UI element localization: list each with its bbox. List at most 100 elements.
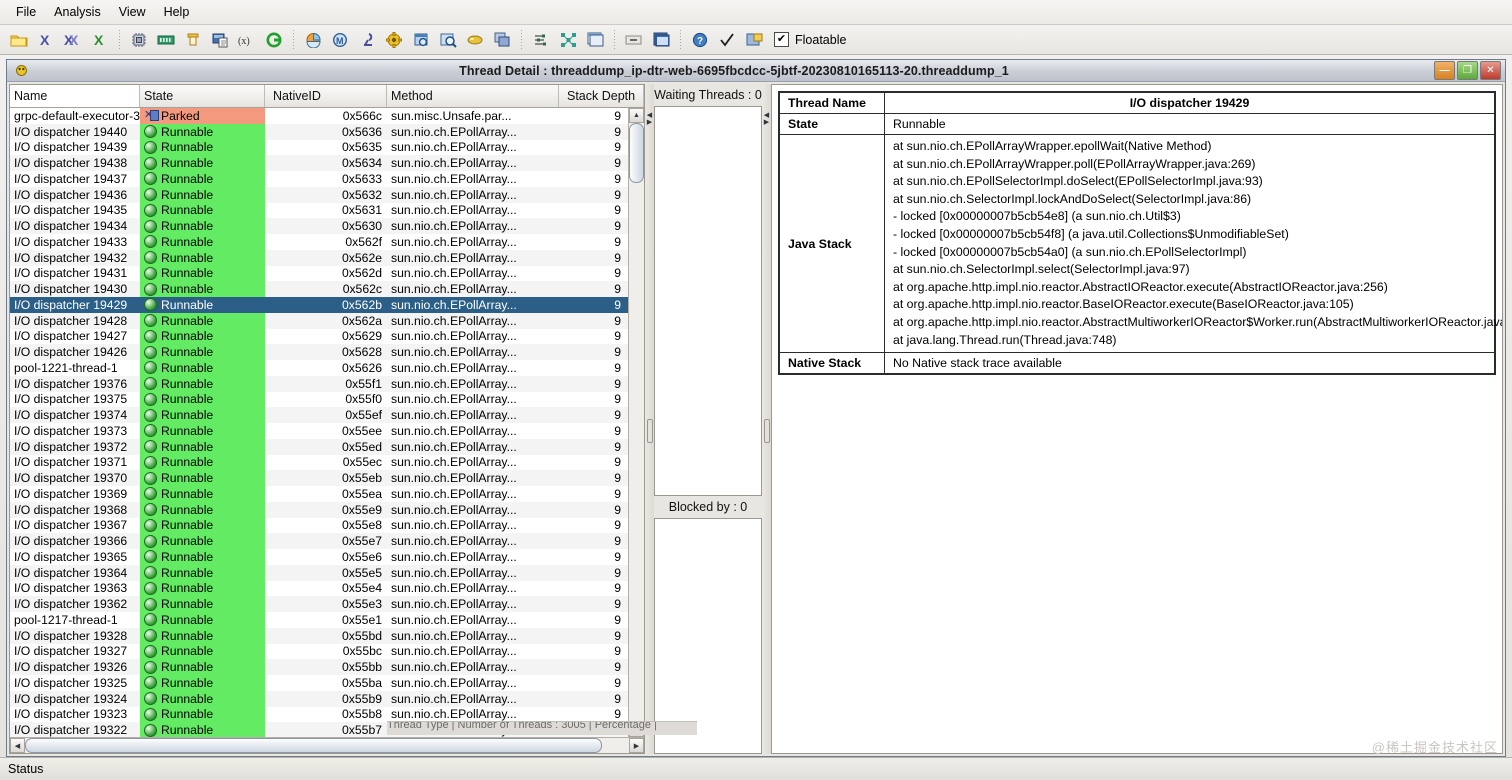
export-icon[interactable]: [741, 27, 767, 53]
thread-table-body[interactable]: grpc-default-executor-3.Parked0x566csun.…: [10, 108, 628, 737]
blue-window-icon[interactable]: [648, 27, 674, 53]
menu-file[interactable]: File: [8, 3, 44, 21]
table-row[interactable]: I/O dispatcher 19364 Runnable 0x55e5 sun.ni…: [10, 564, 628, 581]
blocked-by-list[interactable]: [654, 518, 762, 754]
splitter-left-arrow-icon-2[interactable]: ◀: [764, 112, 769, 119]
hscroll-track[interactable]: [602, 738, 629, 753]
table-row[interactable]: I/O dispatcher 19372 Runnable 0x55ed sun.ni…: [10, 438, 628, 455]
menu-view[interactable]: View: [111, 3, 154, 21]
table-row[interactable]: pool-1221-thread-1 Runnable 0x5626 sun.nio.…: [10, 360, 628, 376]
help-icon[interactable]: ?: [687, 27, 713, 53]
splitter-left-arrow-icon[interactable]: ◀: [647, 112, 652, 119]
table-row[interactable]: I/O dispatcher 19366 Runnable 0x55e7 sun.ni…: [10, 533, 628, 549]
table-row[interactable]: I/O dispatcher 19429 Runnable 0x562b sun.ni…: [10, 297, 628, 313]
table-row[interactable]: I/O dispatcher 19438 Runnable 0x5634 sun.ni…: [10, 155, 628, 171]
table-row[interactable]: I/O dispatcher 19369 Runnable 0x55ea sun.ni…: [10, 486, 628, 502]
search-magnifier-icon[interactable]: [435, 27, 461, 53]
window-titlebar[interactable]: Thread Detail : threaddump_ip-dtr-web-66…: [7, 60, 1505, 82]
screen-report-icon[interactable]: [207, 27, 233, 53]
splitter-right-arrow-icon[interactable]: ▶: [647, 119, 652, 126]
scroll-up-button[interactable]: ▲: [629, 108, 644, 123]
close-x-icon[interactable]: X: [33, 27, 59, 53]
maximize-button[interactable]: ❐: [1457, 61, 1478, 80]
table-row[interactable]: I/O dispatcher 19370 Runnable 0x55eb sun.ni…: [10, 470, 628, 486]
table-row[interactable]: I/O dispatcher 19428 Runnable 0x562a sun.ni…: [10, 312, 628, 329]
table-row[interactable]: I/O dispatcher 19376 Runnable 0x55f1 sun.ni…: [10, 375, 628, 392]
scroll-thumb[interactable]: [629, 123, 644, 183]
floatable-toggle[interactable]: ✔ Floatable: [774, 32, 846, 47]
hscroll-thumb[interactable]: [25, 738, 602, 753]
minimize-button[interactable]: —: [1434, 61, 1455, 80]
splitter-grip[interactable]: [646, 419, 653, 443]
menu-analysis[interactable]: Analysis: [46, 3, 109, 21]
column-header-nativeid[interactable]: NativeID: [265, 85, 387, 107]
splitter-right[interactable]: ◀ ▶: [762, 84, 771, 754]
column-header-name[interactable]: Name: [10, 85, 140, 107]
table-row[interactable]: I/O dispatcher 19327 Runnable 0x55bc sun.ni…: [10, 643, 628, 660]
table-row[interactable]: I/O dispatcher 19374 Runnable 0x55ef sun.ni…: [10, 407, 628, 423]
check-icon[interactable]: [714, 27, 740, 53]
table-row[interactable]: I/O dispatcher 19368 Runnable 0x55e9 sun.ni…: [10, 501, 628, 518]
table-row[interactable]: I/O dispatcher 19363 Runnable 0x55e4 sun.ni…: [10, 580, 628, 597]
table-row[interactable]: pool-1217-thread-1 Runnable 0x55e1 sun.nio.…: [10, 612, 628, 628]
dash-icon[interactable]: [621, 27, 647, 53]
table-row[interactable]: I/O dispatcher 19375 Runnable 0x55f0 sun.ni…: [10, 391, 628, 408]
table-row[interactable]: I/O dispatcher 19437 Runnable 0x5633 sun.ni…: [10, 171, 628, 187]
table-row[interactable]: I/O dispatcher 19367 Runnable 0x55e8 sun.ni…: [10, 517, 628, 534]
table-row[interactable]: I/O dispatcher 19426 Runnable 0x5628 sun.ni…: [10, 344, 628, 360]
table-row[interactable]: I/O dispatcher 19432 Runnable 0x562e sun.ni…: [10, 249, 628, 266]
close-button[interactable]: ✕: [1480, 61, 1501, 80]
column-header-method[interactable]: Method: [387, 85, 559, 107]
scroll-right-button[interactable]: ▶: [629, 738, 644, 753]
open-folder-icon[interactable]: [6, 27, 32, 53]
table-row[interactable]: I/O dispatcher 19323 Runnable 0x55b8 sun.ni…: [10, 706, 628, 723]
table-row[interactable]: I/O dispatcher 19324 Runnable 0x55b9 sun.ni…: [10, 690, 628, 707]
table-row[interactable]: I/O dispatcher 19362 Runnable 0x55e3 sun.ni…: [10, 596, 628, 612]
chart-pie-icon[interactable]: [300, 27, 326, 53]
waiting-threads-list[interactable]: [654, 106, 762, 496]
menu-help[interactable]: Help: [156, 3, 198, 21]
java-stack-value[interactable]: at sun.nio.ch.EPollArrayWrapper.epollWai…: [884, 133, 1502, 354]
close-all-x-icon[interactable]: XX: [60, 27, 86, 53]
splitter-left[interactable]: ◀ ▶: [645, 84, 654, 754]
grid-icon[interactable]: [555, 27, 581, 53]
table-row[interactable]: I/O dispatcher 19440 Runnable 0x5636 sun.ni…: [10, 123, 628, 140]
tag-icon[interactable]: [462, 27, 488, 53]
floatable-checkbox[interactable]: ✔: [774, 32, 789, 47]
table-row[interactable]: I/O dispatcher 19430 Runnable 0x562c sun.ni…: [10, 281, 628, 297]
microscope-icon[interactable]: [354, 27, 380, 53]
table-row[interactable]: I/O dispatcher 19427 Runnable 0x5629 sun.ni…: [10, 328, 628, 345]
table-row[interactable]: I/O dispatcher 19365 Runnable 0x55e6 sun.ni…: [10, 549, 628, 565]
table-row[interactable]: I/O dispatcher 19431 Runnable 0x562d sun.ni…: [10, 265, 628, 282]
copy-windows-icon[interactable]: [489, 27, 515, 53]
table-row[interactable]: I/O dispatcher 19435 Runnable 0x5631 sun.ni…: [10, 202, 628, 219]
variable-icon[interactable]: (x): [234, 27, 260, 53]
table-row[interactable]: I/O dispatcher 19326 Runnable 0x55bb sun.ni…: [10, 659, 628, 675]
table-row[interactable]: I/O dispatcher 19436 Runnable 0x5632 sun.ni…: [10, 186, 628, 203]
scroll-left-button[interactable]: ◀: [10, 738, 25, 753]
column-header-state[interactable]: State: [140, 85, 265, 107]
green-x-icon[interactable]: X: [87, 27, 113, 53]
table-row[interactable]: I/O dispatcher 19439 Runnable 0x5635 sun.ni…: [10, 139, 628, 156]
table-row[interactable]: grpc-default-executor-3. Parked 0x566csun.…: [10, 108, 628, 124]
filter-icon[interactable]: [180, 27, 206, 53]
splitter-right-arrow-icon-2[interactable]: ▶: [764, 119, 769, 126]
table-row[interactable]: I/O dispatcher 19325 Runnable 0x55ba sun.ni…: [10, 675, 628, 691]
table-row[interactable]: I/O dispatcher 19373 Runnable 0x55ee sun.ni…: [10, 423, 628, 439]
table-row[interactable]: I/O dispatcher 19434 Runnable 0x5630 sun.ni…: [10, 218, 628, 234]
cpu-icon[interactable]: [126, 27, 152, 53]
window-search-icon[interactable]: [408, 27, 434, 53]
table-horizontal-scrollbar[interactable]: ◀ ▶: [10, 737, 644, 753]
blank-window-icon[interactable]: [582, 27, 608, 53]
memory-icon[interactable]: [153, 27, 179, 53]
column-header-stack-depth[interactable]: Stack Depth: [559, 85, 644, 107]
table-row[interactable]: I/O dispatcher 19371 Runnable 0x55ec sun.ni…: [10, 454, 628, 471]
monitor-m-icon[interactable]: M: [327, 27, 353, 53]
table-vertical-scrollbar[interactable]: ▲ ▼: [628, 108, 644, 737]
splitter-grip-2[interactable]: [763, 419, 770, 443]
gear-icon[interactable]: [381, 27, 407, 53]
refresh-icon[interactable]: [261, 27, 287, 53]
table-row[interactable]: I/O dispatcher 19328 Runnable 0x55bd sun.ni…: [10, 627, 628, 644]
list-settings-icon[interactable]: [528, 27, 554, 53]
table-row[interactable]: I/O dispatcher 19433 Runnable 0x562f sun.ni…: [10, 234, 628, 250]
